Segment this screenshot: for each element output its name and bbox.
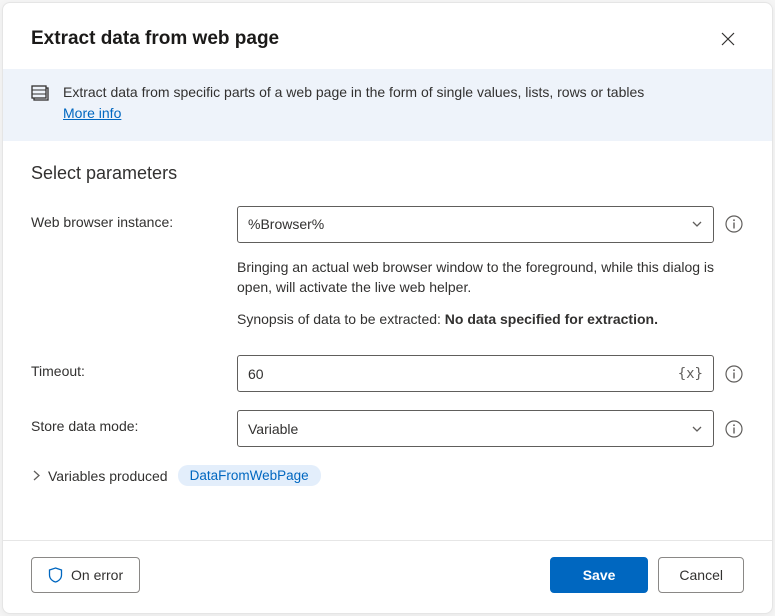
field-label-store: Store data mode: [31,410,231,434]
more-info-link[interactable]: More info [63,104,121,123]
chevron-right-icon [31,470,42,481]
field-timeout: Timeout: {x} [31,355,744,392]
cancel-label: Cancel [679,567,723,583]
on-error-label: On error [71,567,123,583]
variable-chip[interactable]: DataFromWebPage [178,465,321,486]
info-icon[interactable] [724,419,744,439]
on-error-button[interactable]: On error [31,557,140,593]
info-icon[interactable] [724,214,744,234]
chevron-down-icon [691,218,703,230]
field-store-mode: Store data mode: Variable [31,410,744,447]
close-icon [721,32,735,46]
close-button[interactable] [712,23,744,55]
field-label-browser: Web browser instance: [31,206,231,230]
store-mode-select[interactable]: Variable [237,410,714,447]
dialog-footer: On error Save Cancel [3,540,772,613]
save-label: Save [583,567,616,583]
info-banner-description: Extract data from specific parts of a we… [63,84,644,100]
extraction-synopsis: Synopsis of data to be extracted: No dat… [237,311,744,327]
save-button[interactable]: Save [550,557,649,593]
timeout-input-wrapper: {x} [237,355,714,392]
extract-data-icon [31,83,51,103]
info-banner-text: Extract data from specific parts of a we… [63,83,644,123]
browser-instance-select[interactable]: %Browser% [237,206,714,243]
footer-actions: Save Cancel [550,557,744,593]
variable-token-icon[interactable]: {x} [678,366,703,382]
variables-produced-row: Variables produced DataFromWebPage [31,465,744,486]
browser-instance-value: %Browser% [248,216,324,232]
extract-data-dialog: Extract data from web page Extract data … [2,2,773,614]
dialog-header: Extract data from web page [3,3,772,69]
chevron-down-icon [691,423,703,435]
dialog-content: Select parameters Web browser instance: … [3,141,772,540]
field-browser-instance: Web browser instance: %Browser% Bringing… [31,206,744,338]
info-banner: Extract data from specific parts of a we… [3,69,772,141]
section-title: Select parameters [31,163,744,184]
variables-produced-toggle[interactable]: Variables produced [31,468,168,484]
info-icon[interactable] [724,364,744,384]
synopsis-label: Synopsis of data to be extracted: [237,311,445,327]
cancel-button[interactable]: Cancel [658,557,744,593]
synopsis-value: No data specified for extraction. [445,311,658,327]
browser-help-text: Bringing an actual web browser window to… [237,257,744,298]
variables-produced-label: Variables produced [48,468,168,484]
shield-icon [48,567,63,583]
field-label-timeout: Timeout: [31,355,231,379]
timeout-input[interactable] [248,366,678,382]
store-mode-value: Variable [248,421,298,437]
dialog-title: Extract data from web page [31,28,279,50]
